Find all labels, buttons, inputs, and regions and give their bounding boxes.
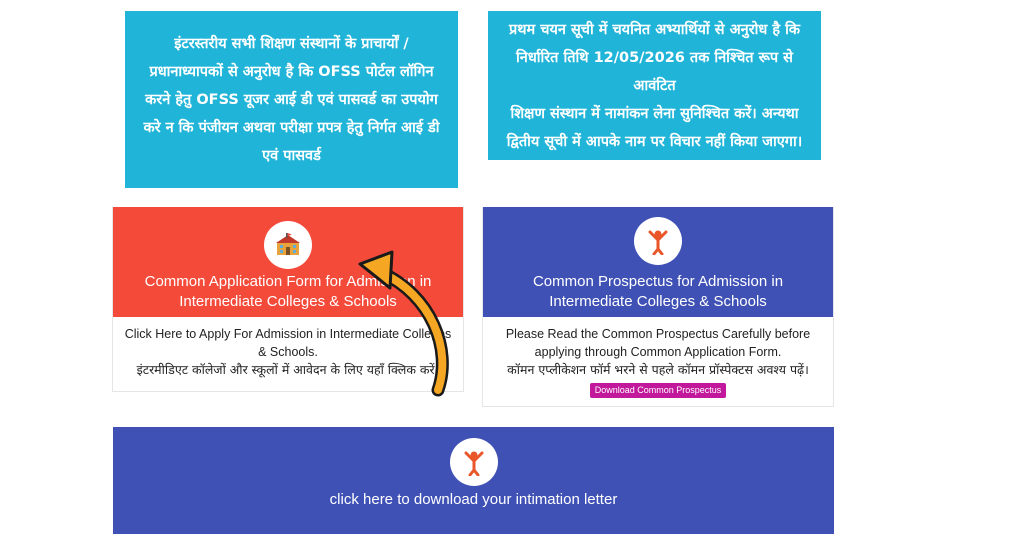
notice-line: इंटरस्तरीय सभी शिक्षण संस्थानों के प्राच…	[174, 35, 409, 52]
intimation-letter-card[interactable]: click here to download your intimation l…	[113, 427, 834, 534]
notice-principals: इंटरस्तरीय सभी शिक्षण संस्थानों के प्राच…	[125, 11, 458, 188]
notice-line: करे न कि पंजीयन अथवा परीक्षा प्रपत्र हेत…	[143, 119, 440, 136]
prospectus-body-line: applying through Common Application Form…	[534, 345, 782, 359]
notice-line: एवं पासवर्ड	[262, 147, 321, 164]
celebrating-person-icon	[449, 438, 498, 486]
prospectus-body-hindi: कॉमन एप्लीकेशन फॉर्म भरने से पहले कॉमन प…	[507, 362, 809, 377]
prospectus-card-header[interactable]: Common Prospectus for Admission in Inter…	[483, 207, 833, 317]
notice-selection-list: प्रथम चयन सूची में चयनित अभ्यार्थियों से…	[488, 11, 821, 160]
prospectus-card-title[interactable]: Common Prospectus for Admission in Inter…	[483, 272, 833, 312]
notice-line: करने हेतु OFSS यूजर आई डी एवं पासवर्ड का…	[145, 91, 438, 108]
common-prospectus-card[interactable]: Common Prospectus for Admission in Inter…	[482, 207, 834, 407]
notice-line: निर्धारित तिथि 12/05/2026 तक निश्चित रूप…	[516, 49, 793, 94]
apply-card-body[interactable]: Click Here to Apply For Admission in Int…	[113, 317, 463, 379]
notice-line: शिक्षण संस्थान में नामांकन लेना सुनिश्चि…	[510, 105, 799, 122]
apply-card-title[interactable]: Common Application Form for Admission in…	[113, 272, 463, 312]
notice-line: प्रधानाध्यापकों से अनुरोध है कि OFSS पोर…	[149, 63, 434, 80]
prospectus-title-line: Common Prospectus for Admission in	[532, 273, 784, 290]
prospectus-body-line: Please Read the Common Prospectus Carefu…	[505, 327, 811, 341]
download-prospectus-button[interactable]: Download Common Prospectus	[589, 383, 727, 398]
prospectus-title-line: Intermediate Colleges & Schools	[549, 293, 767, 310]
notice-line: प्रथम चयन सूची में चयनित अभ्यार्थियों से…	[509, 21, 800, 38]
apply-body-line: & Schools.	[258, 345, 318, 359]
notice-line: द्वितीय सूची में आपके नाम पर विचार नहीं …	[506, 133, 803, 150]
apply-title-line: Intermediate Colleges & Schools	[179, 293, 397, 310]
apply-card-header[interactable]: Common Application Form for Admission in…	[113, 207, 463, 317]
school-building-icon	[264, 221, 312, 269]
apply-body-line: Click Here to Apply For Admission in Int…	[124, 327, 452, 341]
prospectus-card-body: Please Read the Common Prospectus Carefu…	[483, 317, 833, 398]
apply-title-line: Common Application Form for Admission in	[144, 273, 432, 290]
apply-body-hindi: इंटरमीडिएट कॉलेजों और स्कूलों में आवेदन …	[136, 362, 440, 377]
common-application-form-card[interactable]: Common Application Form for Admission in…	[112, 207, 464, 392]
intimation-letter-link[interactable]: click here to download your intimation l…	[113, 491, 834, 508]
celebrating-person-icon	[634, 217, 682, 265]
